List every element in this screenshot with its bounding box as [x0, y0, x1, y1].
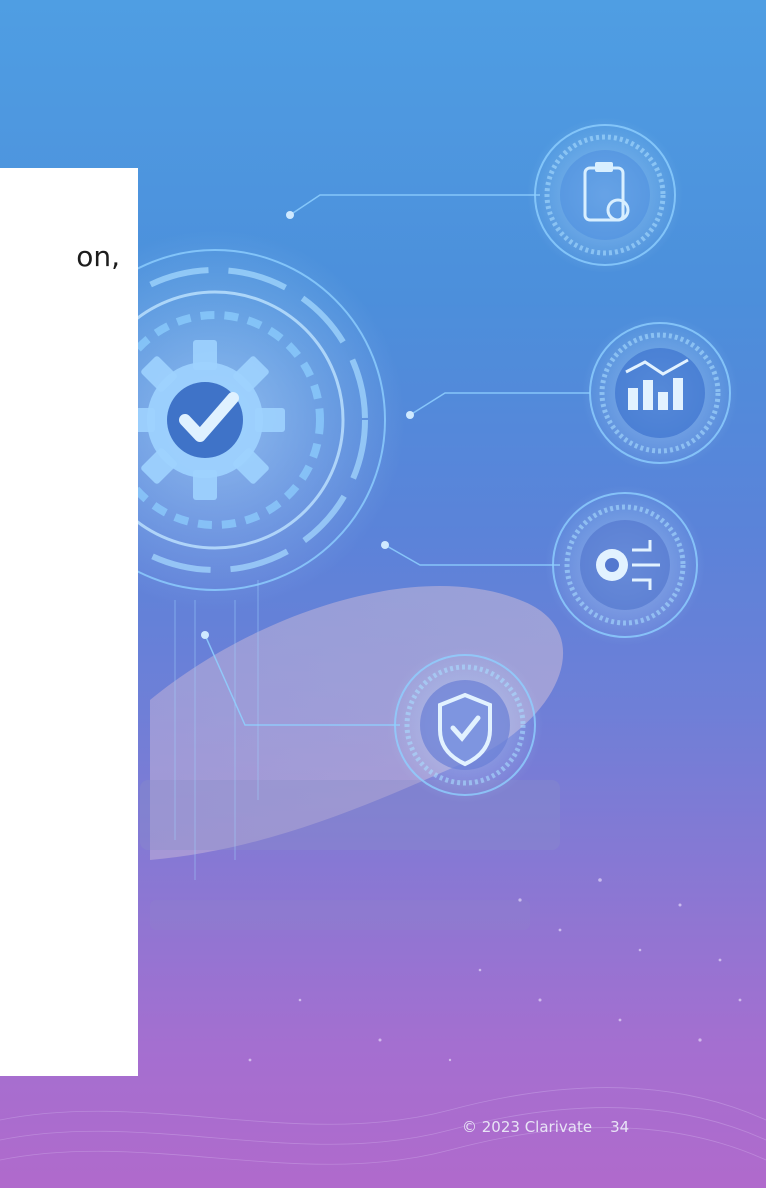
gear-circuit-icon: [545, 485, 705, 645]
copyright-text: © 2023 Clarivate: [462, 1118, 593, 1136]
shield-check-icon: [387, 647, 543, 803]
clipboard-gear-icon: [527, 117, 683, 273]
bar-chart-icon: [582, 315, 738, 471]
content-card: on,: [0, 168, 138, 1076]
slide-footer: © 2023 Clarivate 34: [462, 1118, 629, 1136]
page-number: 34: [610, 1118, 630, 1136]
slide-text: on,: [76, 240, 120, 273]
